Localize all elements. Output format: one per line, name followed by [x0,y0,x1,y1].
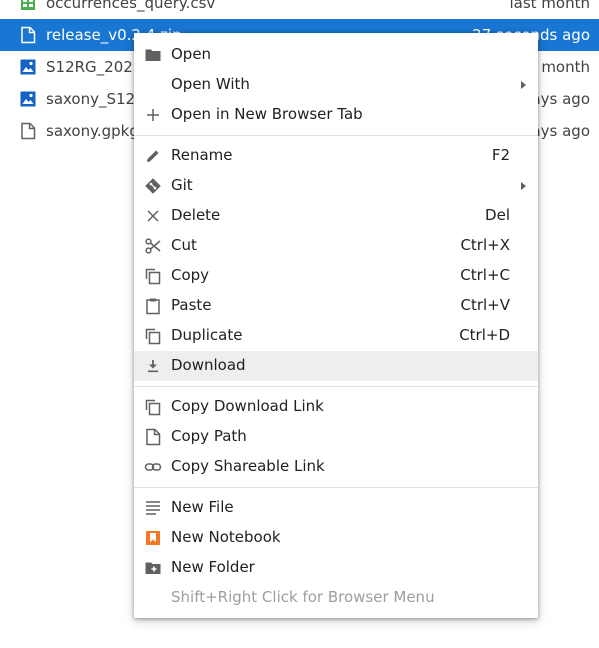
menu-item-label: Download [171,356,246,374]
menu-shortcut: Ctrl+C [460,266,510,284]
menu-item-label: New Notebook [171,528,281,546]
menu-shortcut: Ctrl+V [460,296,510,314]
menu-item-label: Copy Download Link [171,397,324,415]
menu-item-label: Paste [171,296,212,314]
menu-item-label: New Folder [171,558,255,576]
menu-item-label: New File [171,498,234,516]
menu-hint-browser-menu: Shift+Right Click for Browser Menu [134,583,538,613]
text-file-icon [144,499,162,517]
notebook-icon [144,529,162,547]
file-row-occurrences-csv[interactable]: occurrences_query.csv last month [0,0,599,19]
image-icon [19,90,37,108]
menu-hint-label: Shift+Right Click for Browser Menu [171,588,435,606]
submenu-arrow-icon [521,182,526,190]
new-folder-icon [144,559,162,577]
menu-item-new-file[interactable]: New File [134,493,538,523]
file-modified: month [541,58,590,76]
menu-item-open-with[interactable]: Open With [134,70,538,100]
download-icon [144,357,162,375]
file-modified: last month [509,0,590,12]
file-name: occurrences_query.csv [46,0,216,12]
menu-shortcut: F2 [491,146,510,164]
clipboard-icon [144,297,162,315]
menu-item-label: Delete [171,206,221,224]
menu-item-copy[interactable]: Copy Ctrl+C [134,261,538,291]
duplicate-icon [144,327,162,345]
file-name: S12RG_2023 [46,58,143,76]
file-icon [19,122,37,140]
menu-item-label: Duplicate [171,326,243,344]
menu-shortcut: Ctrl+D [459,326,510,344]
plus-icon [144,106,162,124]
menu-item-cut[interactable]: Cut Ctrl+X [134,231,538,261]
file-icon [19,26,37,44]
file-name: saxony_S12F [46,90,144,108]
file-name: saxony.gpkg [46,122,139,140]
menu-item-label: Rename [171,146,233,164]
menu-item-rename[interactable]: Rename F2 [134,141,538,171]
folder-icon [144,46,162,64]
pencil-icon [144,147,162,165]
menu-shortcut: Del [485,206,510,224]
spreadsheet-icon [19,0,37,12]
file-modified: ays ago [531,90,590,108]
menu-item-open[interactable]: Open [134,40,538,70]
menu-item-new-notebook[interactable]: New Notebook [134,523,538,553]
link-icon [144,458,162,476]
menu-item-label: Git [171,176,193,194]
menu-shortcut: Ctrl+X [460,236,510,254]
menu-item-new-folder[interactable]: New Folder [134,553,538,583]
close-icon [144,207,162,225]
copy-icon [144,267,162,285]
menu-separator [134,386,538,387]
menu-item-download[interactable]: Download [134,351,538,381]
file-modified: ays ago [531,122,590,140]
menu-separator [134,487,538,488]
menu-item-copy-shareable-link[interactable]: Copy Shareable Link [134,452,538,482]
menu-separator [134,135,538,136]
menu-item-label: Copy Path [171,427,247,445]
menu-item-label: Open in New Browser Tab [171,105,363,123]
menu-item-label: Copy [171,266,210,284]
git-icon [144,177,162,195]
menu-item-label: Copy Shareable Link [171,457,325,475]
menu-item-label: Open With [171,75,250,93]
submenu-arrow-icon [521,81,526,89]
menu-item-copy-path[interactable]: Copy Path [134,422,538,452]
menu-item-delete[interactable]: Delete Del [134,201,538,231]
file-icon [144,428,162,446]
menu-item-copy-download-link[interactable]: Copy Download Link [134,392,538,422]
scissors-icon [144,237,162,255]
copy-icon [144,398,162,416]
menu-item-open-new-tab[interactable]: Open in New Browser Tab [134,100,538,130]
image-icon [19,58,37,76]
file-context-menu: Open Open With Open in New Browser Tab R… [134,33,538,618]
menu-item-git[interactable]: Git [134,171,538,201]
menu-item-duplicate[interactable]: Duplicate Ctrl+D [134,321,538,351]
menu-item-label: Open [171,45,212,63]
menu-item-paste[interactable]: Paste Ctrl+V [134,291,538,321]
menu-item-label: Cut [171,236,197,254]
